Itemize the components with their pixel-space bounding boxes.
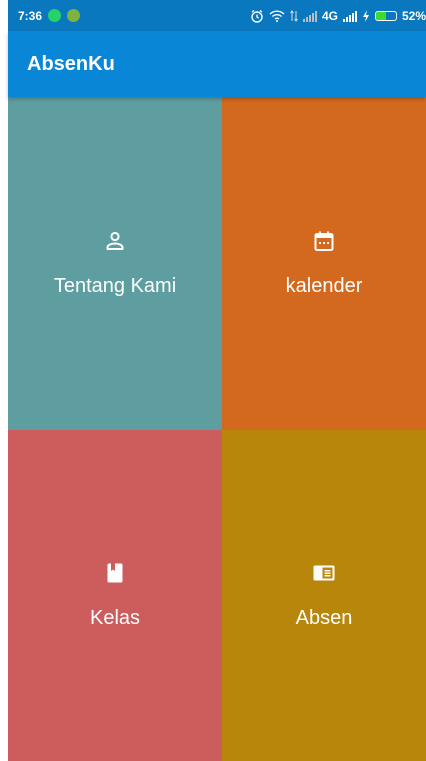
person-icon [106,231,124,250]
wifi-icon [269,9,285,23]
status-time: 7:36 [18,8,43,23]
signal-icon-2 [342,9,357,23]
alarm-icon [250,9,264,23]
charging-icon [362,9,370,23]
app-bar: AbsenKu [8,31,426,97]
kelas-label: Kelas [89,607,141,629]
battery-fill [375,11,387,20]
app-title: AbsenKu [27,52,115,75]
app-notification-icon [67,9,81,22]
kalender-tile[interactable]: kalender [222,97,426,430]
network-type: 4G [321,8,338,23]
menu-grid: Tentang Kami kalender Kelas Absen [8,97,426,761]
status-bar: 7:36 4G 52% [8,0,426,31]
battery-icon [374,10,397,21]
tentang-kami-label: Tentang Kami [53,275,177,297]
calendar-icon [314,231,334,251]
battery-percent: 52% [401,8,426,23]
kalender-label: kalender [285,275,363,297]
whatsapp-icon [48,9,62,22]
book-icon [107,563,123,583]
kelas-tile[interactable]: Kelas [8,430,222,761]
absen-tile[interactable]: Absen [222,430,426,761]
status-right: 4G 52% [250,9,426,23]
id-card-icon [313,565,335,581]
signal-icon [302,9,317,23]
absen-label: Absen [295,607,353,629]
tentang-kami-tile[interactable]: Tentang Kami [8,97,222,430]
data-transfer-icon [290,9,298,23]
status-left: 7:36 [18,8,81,23]
